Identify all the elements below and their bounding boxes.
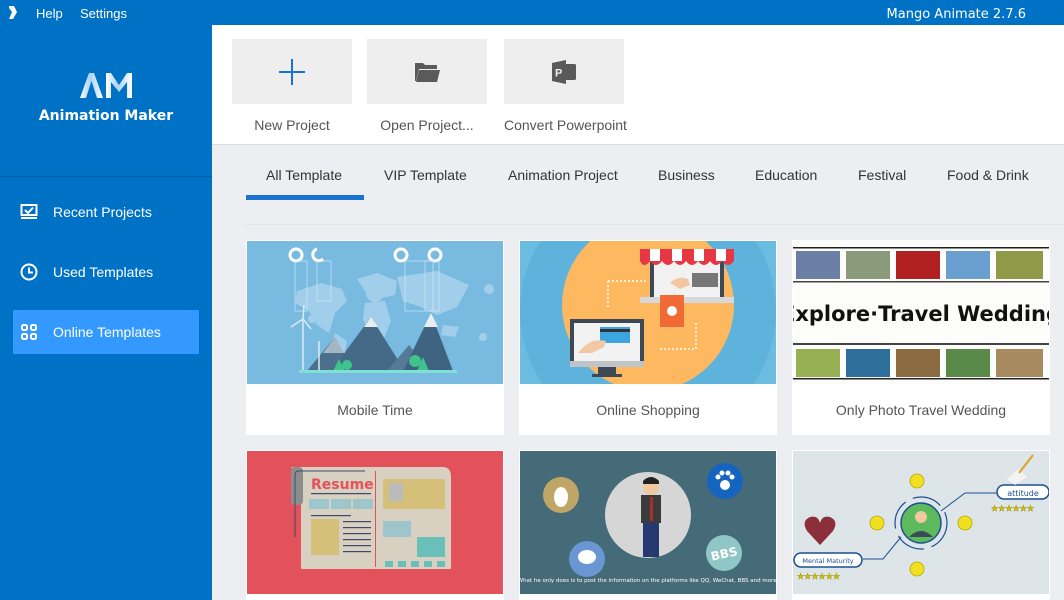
template-thumbnail: [247, 241, 503, 384]
sidebar-divider: [0, 176, 212, 177]
tab-festival[interactable]: Festival: [858, 167, 906, 183]
menu-help[interactable]: Help: [36, 6, 63, 21]
plus-icon: [279, 58, 305, 85]
template-thumbnail: BBS What he only does is to post the inf…: [520, 451, 776, 594]
template-card-online-shopping[interactable]: Online Shopping: [519, 240, 777, 435]
tab-education[interactable]: Education: [755, 167, 817, 183]
tab-business[interactable]: Business: [658, 167, 715, 183]
template-card-mobile-time[interactable]: Mobile Time: [246, 240, 504, 435]
template-thumbnail: Explore·Travel Wedding: [793, 241, 1049, 384]
template-caption: Only Photo Travel Wedding: [835, 402, 1007, 418]
grid-icon: [19, 322, 39, 342]
tab-food-drink[interactable]: Food & Drink: [947, 167, 1029, 183]
resume-title: Resume: [311, 477, 374, 493]
svg-text:★★★★★★: ★★★★★★: [991, 504, 1034, 513]
sidebar-item-label: Online Templates: [53, 324, 161, 340]
template-thumbnail: Resume: [247, 451, 503, 594]
mental-maturity-label: Mental Maturity: [802, 557, 853, 565]
tab-animation-project[interactable]: Animation Project: [508, 167, 618, 183]
app-name: Animation Maker: [38, 108, 174, 124]
sidebar: Animation Maker Recent Projects Used Tem…: [0, 25, 212, 600]
tab-all-template[interactable]: All Template: [266, 167, 342, 183]
sidebar-item-label: Used Templates: [53, 264, 154, 280]
app-logo: Animation Maker: [0, 70, 212, 124]
open-project-label: Open Project...: [380, 117, 474, 133]
template-thumbnail: attitude Mental Maturity ★★★★★★ ★★★★★★: [793, 451, 1049, 594]
monitor-check-icon: [19, 202, 39, 222]
attitude-label: attitude: [1007, 489, 1039, 498]
svg-text:P: P: [555, 67, 562, 79]
clock-icon: [19, 262, 39, 282]
menu-settings[interactable]: Settings: [80, 6, 127, 21]
tab-vip-template[interactable]: VIP Template: [384, 167, 467, 183]
template-card-personal-qualities[interactable]: attitude Mental Maturity ★★★★★★ ★★★★★★: [792, 450, 1050, 600]
app-window: Help Settings Mango Animate 2.7.6 Animat…: [0, 0, 1064, 600]
sidebar-item-used-templates[interactable]: Used Templates: [13, 250, 199, 294]
template-caption: Mobile Time: [337, 402, 413, 418]
template-card-travel-wedding[interactable]: Explore·Travel Wedding Only Photo Travel…: [792, 240, 1050, 435]
am-logo-icon: [80, 73, 132, 98]
title-bar: Help Settings Mango Animate 2.7.6: [0, 0, 1064, 25]
active-tab-indicator: [246, 195, 364, 200]
template-thumbnail: [520, 241, 776, 384]
convert-powerpoint-label: Convert Powerpoint: [504, 117, 627, 133]
tabs-divider: [246, 224, 1064, 225]
thumbnail-caption: What he only does is to post the informa…: [520, 578, 776, 584]
template-card-social-platforms[interactable]: BBS What he only does is to post the inf…: [519, 450, 777, 600]
project-actions: New Project Open Project... P Convert Po…: [212, 25, 1064, 145]
powerpoint-icon: P: [552, 59, 576, 84]
sidebar-item-online-templates[interactable]: Online Templates: [13, 310, 199, 354]
template-card-resume[interactable]: Resume: [246, 450, 504, 600]
thumbnail-title: Explore·Travel Wedding: [793, 302, 1049, 326]
new-project-button[interactable]: New Project: [232, 39, 352, 133]
sidebar-item-label: Recent Projects: [53, 204, 152, 220]
template-caption: Online Shopping: [596, 402, 700, 418]
open-project-button[interactable]: Open Project...: [367, 39, 487, 133]
mango-app-icon: [9, 6, 17, 19]
window-title: Mango Animate 2.7.6: [886, 7, 1026, 22]
folder-icon: [415, 62, 440, 82]
convert-powerpoint-button[interactable]: P Convert Powerpoint: [504, 39, 627, 133]
new-project-label: New Project: [254, 117, 330, 133]
sidebar-item-recent-projects[interactable]: Recent Projects: [13, 190, 199, 234]
svg-text:★★★★★★: ★★★★★★: [797, 572, 840, 581]
